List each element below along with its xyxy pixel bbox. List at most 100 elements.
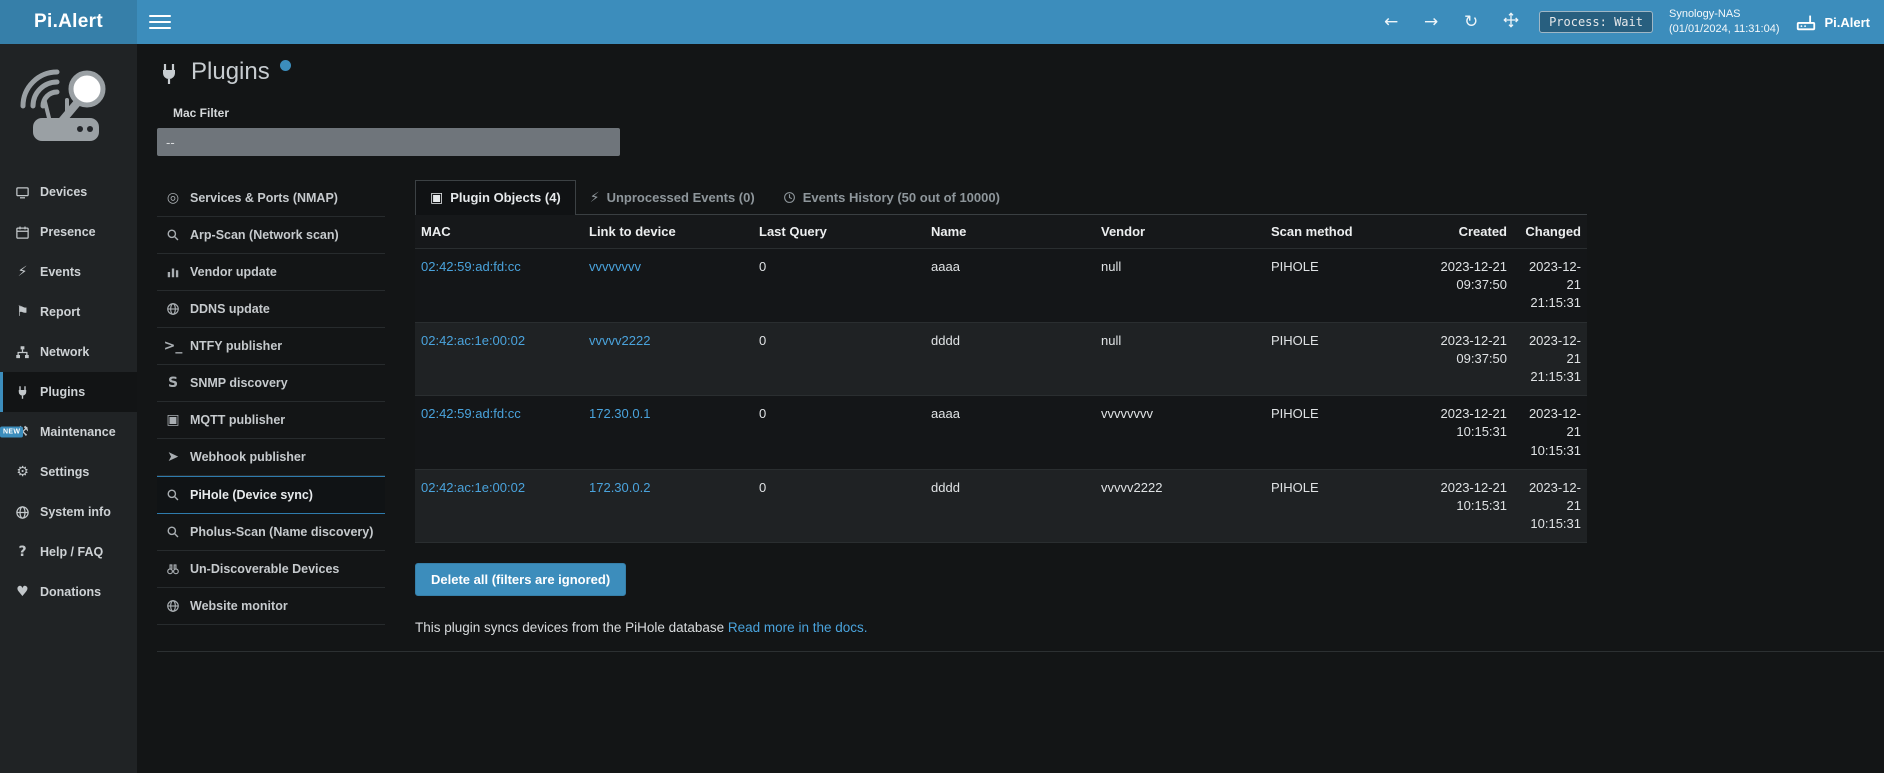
tab-label: Unprocessed Events (0) xyxy=(607,190,755,205)
globe-icon xyxy=(14,505,31,520)
tab-plugin-objects[interactable]: ▣ Plugin Objects (4) xyxy=(415,180,576,215)
table-header: MAC Link to device Last Query Name Vendo… xyxy=(415,215,1587,249)
new-badge: NEW xyxy=(0,427,23,438)
cell-last-query: 0 xyxy=(753,323,925,396)
plugin-nav-undiscoverable-devices[interactable]: Un-Discoverable Devices xyxy=(157,551,385,588)
clock-icon xyxy=(783,191,796,204)
sidebar-item-network[interactable]: Network xyxy=(0,332,137,372)
plugin-nav-label: PiHole (Device sync) xyxy=(190,488,313,502)
box-icon: ▣ xyxy=(430,191,443,205)
sidebar-item-settings[interactable]: ⚙ Settings xyxy=(0,452,137,492)
plugin-nav-label: Un-Discoverable Devices xyxy=(190,562,339,576)
globe-icon xyxy=(165,302,181,316)
device-icon xyxy=(1795,11,1817,33)
search-icon xyxy=(165,525,181,539)
mac-link[interactable]: 02:42:ac:1e:00:02 xyxy=(421,333,525,348)
plugin-nav-mqtt-publisher[interactable]: ▣ MQTT publisher xyxy=(157,402,385,439)
move-icon[interactable] xyxy=(1499,12,1523,33)
plug-icon xyxy=(14,385,31,400)
cell-created: 2023-12-21 09:37:50 xyxy=(1433,323,1513,396)
bolt-icon: ⚡ xyxy=(590,191,600,205)
app-logo[interactable]: Pi.Alert xyxy=(0,0,137,44)
cell-last-query: 0 xyxy=(753,396,925,469)
cell-created: 2023-12-21 10:15:31 xyxy=(1433,470,1513,543)
sidebar-item-label: Devices xyxy=(40,185,87,199)
plugin-nav-ddns-update[interactable]: DDNS update xyxy=(157,291,385,328)
cell-mac: 02:42:ac:1e:00:02 xyxy=(415,470,583,543)
cell-changed: 2023-12-21 21:15:31 xyxy=(1513,249,1587,322)
sidebar-item-label: Events xyxy=(40,265,81,279)
hamburger-menu-icon[interactable] xyxy=(149,7,171,37)
mac-link[interactable]: 02:42:59:ad:fd:cc xyxy=(421,259,521,274)
plugin-nav-label: Pholus-Scan (Name discovery) xyxy=(190,525,373,539)
cell-vendor: null xyxy=(1095,323,1265,396)
calendar-icon xyxy=(14,225,31,240)
mac-link[interactable]: 02:42:59:ad:fd:cc xyxy=(421,406,521,421)
tab-bar: ▣ Plugin Objects (4) ⚡ Unprocessed Event… xyxy=(415,180,1587,215)
process-status-badge: Process: Wait xyxy=(1539,11,1653,33)
plugin-nav-pihole[interactable]: PiHole (Device sync) xyxy=(157,476,385,514)
sidebar-item-system-info[interactable]: System info xyxy=(0,492,137,532)
sidebar-item-events[interactable]: ⚡ Events xyxy=(0,252,137,292)
topbar-app-name: Pi.Alert xyxy=(1824,15,1870,30)
cell-changed: 2023-12-21 21:15:31 xyxy=(1513,323,1587,396)
cell-scan-method: PIHOLE xyxy=(1265,470,1433,543)
plugin-nav-label: NTFY publisher xyxy=(190,339,282,353)
sidebar-item-label: Donations xyxy=(40,585,101,599)
plugins-info-badge[interactable] xyxy=(280,60,291,71)
page-title: Plugins xyxy=(191,58,270,86)
sidebar-item-devices[interactable]: Devices xyxy=(0,172,137,212)
content-divider xyxy=(157,651,1884,652)
plugin-nav-vendor-update[interactable]: Vendor update xyxy=(157,254,385,291)
device-link[interactable]: 172.30.0.2 xyxy=(589,480,650,495)
heart-icon: ♥ xyxy=(14,585,31,599)
network-icon xyxy=(14,345,31,360)
cell-name: aaaa xyxy=(925,396,1095,469)
plugin-objects-table: MAC Link to device Last Query Name Vendo… xyxy=(415,215,1587,543)
bolt-icon: ⚡ xyxy=(14,265,31,279)
tab-unprocessed-events[interactable]: ⚡ Unprocessed Events (0) xyxy=(576,181,769,214)
cell-changed: 2023-12-21 10:15:31 xyxy=(1513,396,1587,469)
mac-filter-input[interactable] xyxy=(157,128,620,156)
mac-link[interactable]: 02:42:ac:1e:00:02 xyxy=(421,480,525,495)
plugin-nav-pholus-scan[interactable]: Pholus-Scan (Name discovery) xyxy=(157,514,385,551)
table-row: 02:42:59:ad:fd:cc vvvvvvvv 0 aaaa null P… xyxy=(415,249,1587,323)
search-icon xyxy=(165,488,181,502)
docs-link[interactable]: Read more in the docs. xyxy=(728,620,868,635)
cell-changed: 2023-12-21 10:15:31 xyxy=(1513,470,1587,543)
sidebar-item-help-faq[interactable]: ? Help / FAQ xyxy=(0,532,137,572)
table-row: 02:42:ac:1e:00:02 172.30.0.2 0 dddd vvvv… xyxy=(415,470,1587,544)
plugin-nav-webhook-publisher[interactable]: ➤ Webhook publisher xyxy=(157,439,385,476)
tab-events-history[interactable]: Events History (50 out of 10000) xyxy=(769,181,1014,214)
cell-name: dddd xyxy=(925,323,1095,396)
device-link[interactable]: vvvvvvvv xyxy=(589,259,641,274)
col-header-link: Link to device xyxy=(583,215,753,248)
sidebar-item-presence[interactable]: Presence xyxy=(0,212,137,252)
plugin-nav-ntfy-publisher[interactable]: >_ NTFY publisher xyxy=(157,328,385,365)
cell-created: 2023-12-21 09:37:50 xyxy=(1433,249,1513,322)
device-link[interactable]: 172.30.0.1 xyxy=(589,406,650,421)
refresh-icon[interactable]: ↻ xyxy=(1459,12,1483,32)
page-title-row: Plugins xyxy=(157,58,1884,86)
plugin-nav-website-monitor[interactable]: Website monitor xyxy=(157,588,385,625)
device-link[interactable]: vvvvv2222 xyxy=(589,333,650,348)
sidebar-item-label: Settings xyxy=(40,465,89,479)
plugin-nav-label: MQTT publisher xyxy=(190,413,285,427)
plugin-nav-services-ports[interactable]: ◎ Services & Ports (NMAP) xyxy=(157,180,385,217)
forward-icon[interactable]: → xyxy=(1419,12,1443,32)
delete-all-button[interactable]: Delete all (filters are ignored) xyxy=(415,563,626,596)
sidebar-item-maintenance[interactable]: NEW ⚒ Maintenance xyxy=(0,412,137,452)
topbar: Pi.Alert ← → ↻ Process: Wait Synology-NA… xyxy=(0,0,1884,44)
plugin-nav-label: Website monitor xyxy=(190,599,288,613)
sidebar-item-donations[interactable]: ♥ Donations xyxy=(0,572,137,612)
back-icon[interactable]: ← xyxy=(1379,12,1403,32)
sidebar-item-plugins[interactable]: Plugins xyxy=(0,372,137,412)
sidebar-item-report[interactable]: ⚑ Report xyxy=(0,292,137,332)
plugin-nav-arp-scan[interactable]: Arp-Scan (Network scan) xyxy=(157,217,385,254)
devices-icon xyxy=(14,185,31,200)
snmp-icon: S xyxy=(165,376,181,390)
plugin-panel: ▣ Plugin Objects (4) ⚡ Unprocessed Event… xyxy=(415,180,1587,635)
plugin-nav-label: Arp-Scan (Network scan) xyxy=(190,228,339,242)
plugin-nav-snmp-discovery[interactable]: S SNMP discovery xyxy=(157,365,385,402)
plugin-nav-label: Webhook publisher xyxy=(190,450,306,464)
